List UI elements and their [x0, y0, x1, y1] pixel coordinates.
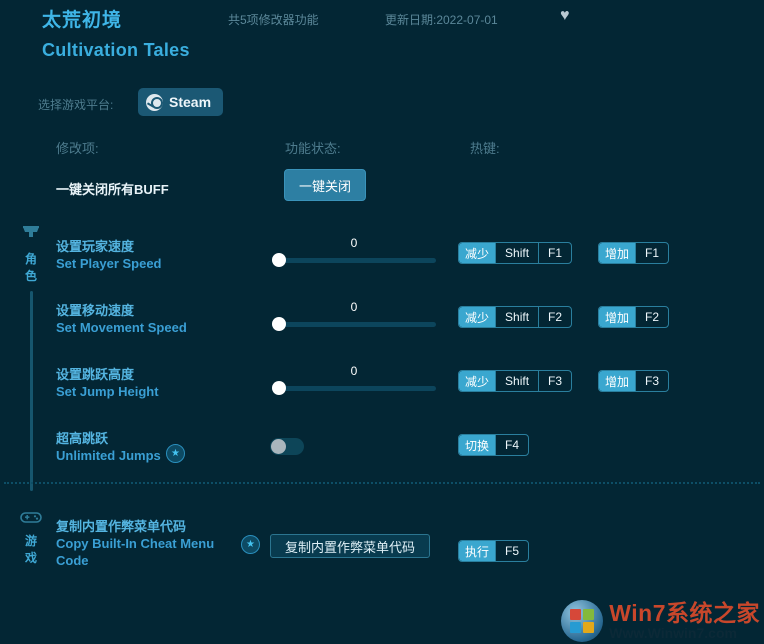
- hotkey-key: F4: [495, 435, 528, 455]
- watermark-line2: Www.Winwin7.com: [609, 625, 737, 642]
- row-unlimited-jumps: 超高跳跃 Unlimited Jumps ★ 切换 F4: [0, 422, 764, 478]
- hotkey-increase-player-speed[interactable]: 增加 F1: [598, 242, 670, 264]
- row-title-en: Unlimited Jumps: [56, 448, 161, 463]
- hotkey-action-label: 减少: [459, 371, 496, 391]
- column-header-status: 功能状态:: [285, 141, 341, 156]
- watermark-text: Win7系统之家 Www.Winwin7.com: [609, 601, 760, 641]
- section-game: 游戏 复制内置作弊菜单代码 Copy Built-In Cheat Menu C…: [0, 510, 764, 590]
- hotkey-increase-jump-height[interactable]: 增加 F3: [598, 370, 670, 392]
- hotkey-action-label: 切换: [459, 435, 496, 455]
- hotkey-toggle-unlimited-jumps[interactable]: 切换 F4: [458, 434, 530, 456]
- hotkey-decrease-movement-speed[interactable]: 减少 Shift F2: [458, 306, 573, 328]
- hotkey-key: F3: [538, 371, 571, 391]
- row-label: 设置玩家速度 Set Player Speed: [56, 238, 256, 272]
- row-set-jump-height: 设置跳跃高度 Set Jump Height 0 减少 Shift F3 增加 …: [0, 358, 764, 422]
- hotkey-execute-copy-cheat-code[interactable]: 执行 F5: [458, 540, 530, 562]
- game-title-cn: 太荒初境: [42, 10, 123, 31]
- hotkey-key: F5: [495, 541, 528, 561]
- row-title-cn: 复制内置作弊菜单代码: [56, 519, 187, 534]
- column-header-hotkey: 热键:: [470, 141, 500, 156]
- column-header-modifier: 修改项:: [56, 141, 99, 156]
- hotkey-decrease-player-speed[interactable]: 减少 Shift F1: [458, 242, 573, 264]
- global-disable-label: 一键关闭所有BUFF: [56, 182, 169, 197]
- row-set-player-speed: 设置玩家速度 Set Player Speed 0 减少 Shift F1 增加…: [0, 230, 764, 294]
- row-label: 复制内置作弊菜单代码 Copy Built-In Cheat Menu Code: [56, 518, 246, 569]
- windows-logo-icon: [561, 600, 604, 642]
- slider-knob[interactable]: [272, 317, 286, 331]
- row-label: 设置移动速度 Set Movement Speed: [56, 302, 256, 336]
- row-title-cn: 设置跳跃高度: [56, 367, 135, 382]
- row-title-cn: 设置移动速度: [56, 303, 135, 318]
- slider-value: 0: [350, 300, 358, 314]
- slider-knob[interactable]: [272, 381, 286, 395]
- function-count-label: 共5项修改器功能: [228, 13, 319, 27]
- toggle-knob: [271, 439, 286, 454]
- platform-steam-label: Steam: [169, 94, 212, 110]
- steam-icon: [146, 93, 163, 111]
- slider-track[interactable]: [272, 258, 436, 263]
- section-divider: [4, 482, 760, 484]
- global-disable-row: 一键关闭所有BUFF 一键关闭: [0, 164, 764, 224]
- hotkey-key: Shift: [495, 371, 538, 391]
- toggle-unlimited-jumps[interactable]: [270, 438, 304, 455]
- row-label: 设置跳跃高度 Set Jump Height: [56, 366, 256, 400]
- platform-steam-button[interactable]: Steam: [138, 88, 224, 116]
- column-headers: 修改项: 功能状态: 热键:: [0, 130, 764, 164]
- slider-knob[interactable]: [272, 253, 286, 267]
- row-copy-cheat-menu-code: 复制内置作弊菜单代码 Copy Built-In Cheat Menu Code…: [0, 518, 764, 576]
- hotkey-key: F1: [635, 243, 668, 263]
- hotkey-key: Shift: [495, 307, 538, 327]
- slider-value: 0: [350, 364, 358, 378]
- section-character: 角色 设置玩家速度 Set Player Speed 0 减少 Shift F1…: [0, 224, 764, 491]
- hotkey-decrease-jump-height[interactable]: 减少 Shift F3: [458, 370, 573, 392]
- site-watermark: Win7系统之家 Www.Winwin7.com: [561, 600, 760, 642]
- premium-star-icon: ★: [166, 444, 185, 463]
- row-title-en: Set Movement Speed: [56, 320, 187, 335]
- game-title-en: Cultivation Tales: [42, 40, 190, 60]
- hotkey-action-label: 增加: [599, 307, 636, 327]
- row-label: 超高跳跃 Unlimited Jumps: [56, 430, 256, 464]
- row-title-cn: 超高跳跃: [56, 431, 109, 446]
- premium-star-icon: ★: [241, 535, 260, 554]
- hotkey-key: F2: [635, 307, 668, 327]
- hotkey-action-label: 增加: [599, 243, 636, 263]
- slider-value: 0: [350, 236, 358, 250]
- hotkey-increase-movement-speed[interactable]: 增加 F2: [598, 306, 670, 328]
- app-header: 太荒初境 Cultivation Tales 共5项修改器功能 更新日期:202…: [0, 0, 764, 130]
- slider-track[interactable]: [272, 386, 436, 391]
- hotkey-action-label: 减少: [459, 243, 496, 263]
- hotkey-key: F3: [635, 371, 668, 391]
- hotkey-action-label: 增加: [599, 371, 636, 391]
- row-title-en: Copy Built-In Cheat Menu Code: [56, 536, 215, 568]
- hotkey-key: Shift: [495, 243, 538, 263]
- slider-track[interactable]: [272, 322, 436, 327]
- platform-select-label: 选择游戏平台:: [38, 98, 114, 112]
- hotkey-action-label: 减少: [459, 307, 496, 327]
- row-title-en: Set Jump Height: [56, 384, 159, 399]
- update-date-label: 更新日期:2022-07-01: [385, 13, 498, 27]
- hotkey-action-label: 执行: [459, 541, 496, 561]
- row-title-cn: 设置玩家速度: [56, 239, 135, 254]
- watermark-line1: Win7系统之家: [609, 600, 760, 627]
- row-title-en: Set Player Speed: [56, 256, 162, 271]
- hotkey-key: F1: [538, 243, 571, 263]
- global-disable-button[interactable]: 一键关闭: [284, 169, 367, 201]
- favorite-heart-icon[interactable]: ♥: [560, 8, 570, 24]
- row-set-movement-speed: 设置移动速度 Set Movement Speed 0 减少 Shift F2 …: [0, 294, 764, 358]
- copy-cheat-menu-code-button[interactable]: 复制内置作弊菜单代码: [270, 534, 431, 558]
- hotkey-key: F2: [538, 307, 571, 327]
